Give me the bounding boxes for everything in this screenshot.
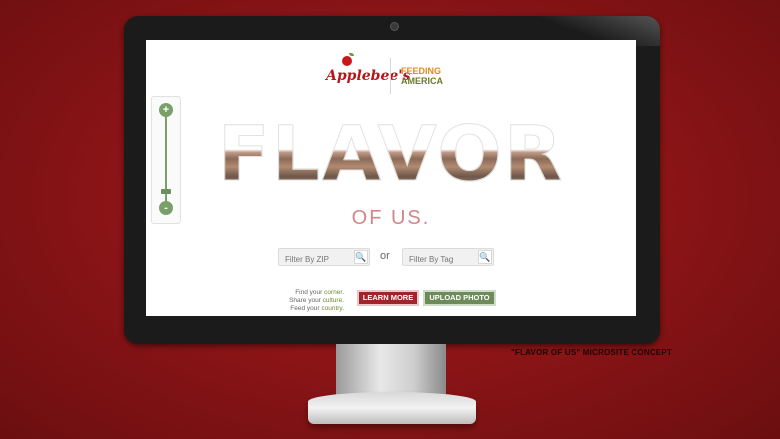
learn-more-button[interactable]: LEARN MORE <box>357 290 419 306</box>
tag-filter: 🔍 <box>402 248 494 268</box>
or-label: or <box>380 250 390 262</box>
logo-divider <box>390 58 391 94</box>
feeding-america-line1: FEEDING <box>401 66 442 76</box>
feeding-america-logo[interactable]: FEEDING AMERICA <box>401 66 443 86</box>
logo-bar: Applebee's FEEDING AMERICA <box>146 53 636 96</box>
camera-icon <box>390 22 399 31</box>
monitor-stand-neck <box>336 344 446 399</box>
tag-search-icon[interactable]: 🔍 <box>478 250 492 264</box>
tagline-line1: Find your corner. <box>295 289 344 296</box>
tagline-line3: Feed your country. <box>290 305 344 312</box>
concept-caption: "FLAVOR OF US" MICROSITE CONCEPT <box>511 348 672 357</box>
zip-filter: 🔍 <box>278 248 370 268</box>
hero-title: FLAVOR <box>146 113 636 194</box>
monitor-stand-base <box>308 392 476 424</box>
leaf-icon <box>349 53 354 56</box>
feeding-america-line2: AMERICA <box>401 76 443 86</box>
zip-filter-input[interactable] <box>279 251 349 268</box>
upload-photo-button[interactable]: UPLOAD PHOTO <box>423 290 496 306</box>
hero-subtitle: OF US. <box>351 207 431 229</box>
monitor: Applebee's FEEDING AMERICA + - FLAVOR OF… <box>124 16 660 344</box>
tagline-line2: Share your culture. <box>289 297 344 304</box>
tag-filter-input[interactable] <box>403 251 473 268</box>
zip-search-icon[interactable]: 🔍 <box>354 250 368 264</box>
applebees-logo[interactable]: Applebee's <box>326 68 410 84</box>
apple-icon <box>342 56 352 66</box>
tagline: Find your corner. Share your culture. Fe… <box>282 289 344 313</box>
screen: Applebee's FEEDING AMERICA + - FLAVOR OF… <box>146 40 636 316</box>
